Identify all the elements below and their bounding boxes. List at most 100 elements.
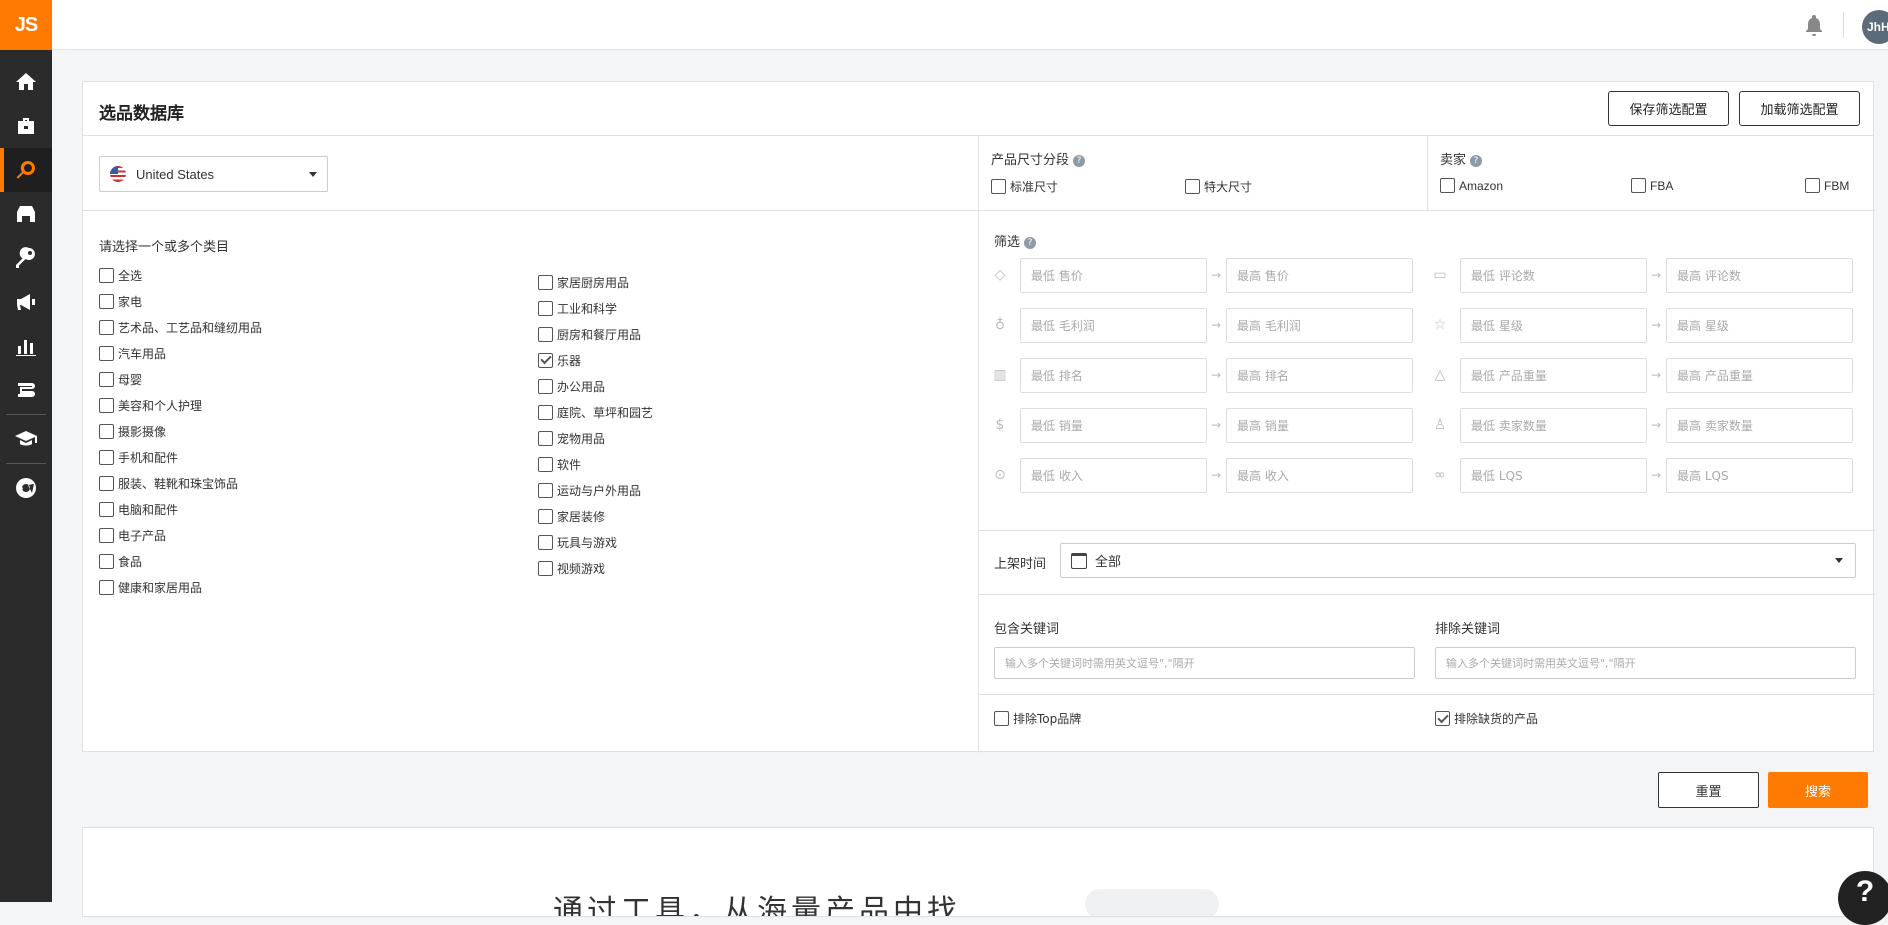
- category-item[interactable]: 电子产品: [99, 522, 262, 548]
- category-checkbox[interactable]: [538, 404, 553, 420]
- exclude-out-of-stock-checkbox[interactable]: [1435, 711, 1450, 726]
- category-checkbox[interactable]: [99, 501, 114, 517]
- category-checkbox[interactable]: [99, 553, 114, 569]
- category-item[interactable]: 艺术品、工艺品和缝纫用品: [99, 314, 262, 340]
- category-checkbox[interactable]: [538, 456, 553, 472]
- size-oversize-option[interactable]: 特大尺寸: [1185, 178, 1252, 195]
- filter-min-input[interactable]: 最低 排名: [1020, 358, 1207, 393]
- category-item[interactable]: 软件: [538, 451, 653, 477]
- seller-fbm-checkbox[interactable]: [1805, 178, 1820, 193]
- category-checkbox[interactable]: [99, 475, 114, 491]
- category-item[interactable]: 宠物用品: [538, 425, 653, 451]
- category-checkbox[interactable]: [538, 508, 553, 524]
- category-item[interactable]: 母婴: [99, 366, 262, 392]
- seller-fba-option[interactable]: FBA: [1631, 178, 1673, 193]
- filter-max-input[interactable]: 最高 LQS: [1666, 458, 1853, 493]
- sidebar-item-marketing[interactable]: [0, 280, 52, 324]
- category-checkbox[interactable]: [538, 430, 553, 446]
- filter-max-input[interactable]: 最高 评论数: [1666, 258, 1853, 293]
- sidebar-item-chrome-extension[interactable]: [0, 466, 52, 510]
- filter-max-input[interactable]: 最高 毛利润: [1226, 308, 1413, 343]
- category-checkbox[interactable]: [99, 319, 114, 335]
- sidebar-item-product-database[interactable]: [0, 148, 52, 192]
- avatar[interactable]: JhH: [1862, 10, 1888, 44]
- filter-min-input[interactable]: 最低 收入: [1020, 458, 1207, 493]
- category-item[interactable]: 视频游戏: [538, 555, 653, 581]
- filter-min-input[interactable]: 最低 评论数: [1460, 258, 1647, 293]
- exclude-keyword-input[interactable]: 输入多个关键词时需用英文逗号","隔开: [1435, 647, 1856, 679]
- sidebar-item-academy[interactable]: [0, 368, 52, 412]
- exclude-top-brands-checkbox[interactable]: [994, 711, 1009, 726]
- category-checkbox[interactable]: [99, 449, 114, 465]
- category-item[interactable]: 手机和配件: [99, 444, 262, 470]
- search-button[interactable]: 搜索: [1768, 772, 1868, 808]
- category-item[interactable]: 家居厨房用品: [538, 269, 653, 295]
- seller-amazon-option[interactable]: Amazon: [1440, 178, 1503, 193]
- category-item[interactable]: 工业和科学: [538, 295, 653, 321]
- category-item[interactable]: 家居装修: [538, 503, 653, 529]
- sidebar-item-courses[interactable]: [0, 417, 52, 461]
- category-checkbox[interactable]: [538, 378, 553, 394]
- seller-fbm-option[interactable]: FBM: [1805, 178, 1849, 193]
- filter-min-input[interactable]: 最低 星级: [1460, 308, 1647, 343]
- country-select[interactable]: United States: [99, 156, 328, 192]
- help-icon[interactable]: ?: [1073, 154, 1086, 167]
- category-checkbox[interactable]: [99, 397, 114, 413]
- js-logo[interactable]: JS: [0, 0, 52, 50]
- filter-min-input[interactable]: 最低 售价: [1020, 258, 1207, 293]
- save-config-button[interactable]: 保存筛选配置: [1608, 91, 1729, 126]
- category-item[interactable]: 摄影摄像: [99, 418, 262, 444]
- category-item[interactable]: 运动与户外用品: [538, 477, 653, 503]
- category-item[interactable]: 办公用品: [538, 373, 653, 399]
- category-checkbox[interactable]: [99, 371, 114, 387]
- category-checkbox[interactable]: [99, 527, 114, 543]
- category-checkbox[interactable]: [538, 560, 553, 576]
- category-item[interactable]: 玩具与游戏: [538, 529, 653, 555]
- category-checkbox[interactable]: [538, 534, 553, 550]
- size-oversize-checkbox[interactable]: [1185, 179, 1200, 194]
- filter-max-input[interactable]: 最高 销量: [1226, 408, 1413, 443]
- reset-button[interactable]: 重置: [1658, 772, 1759, 808]
- filter-max-input[interactable]: 最高 收入: [1226, 458, 1413, 493]
- category-item[interactable]: 服装、鞋靴和珠宝饰品: [99, 470, 262, 496]
- sidebar-item-dashboard[interactable]: [0, 60, 52, 104]
- filter-min-input[interactable]: 最低 LQS: [1460, 458, 1647, 493]
- sidebar-item-supplier[interactable]: [0, 192, 52, 236]
- help-chat-button[interactable]: ?: [1838, 871, 1888, 925]
- category-checkbox[interactable]: [99, 423, 114, 439]
- category-checkbox[interactable]: [99, 345, 114, 361]
- help-icon[interactable]: ?: [1024, 236, 1037, 249]
- filter-max-input[interactable]: 最高 星级: [1666, 308, 1853, 343]
- load-config-button[interactable]: 加载筛选配置: [1739, 91, 1860, 126]
- sidebar-item-keywords[interactable]: [0, 236, 52, 280]
- category-item[interactable]: 电脑和配件: [99, 496, 262, 522]
- category-checkbox[interactable]: [538, 326, 553, 342]
- exclude-out-of-stock-option[interactable]: 排除缺货的产品: [1435, 710, 1538, 727]
- category-item[interactable]: 汽车用品: [99, 340, 262, 366]
- size-standard-checkbox[interactable]: [991, 179, 1006, 194]
- filter-min-input[interactable]: 最低 销量: [1020, 408, 1207, 443]
- category-checkbox[interactable]: [538, 300, 553, 316]
- filter-max-input[interactable]: 最高 产品重量: [1666, 358, 1853, 393]
- category-checkbox[interactable]: [99, 267, 114, 283]
- sidebar-item-product-tracker[interactable]: [0, 104, 52, 148]
- filter-min-input[interactable]: 最低 卖家数量: [1460, 408, 1647, 443]
- category-item[interactable]: 厨房和餐厅用品: [538, 321, 653, 347]
- seller-fba-checkbox[interactable]: [1631, 178, 1646, 193]
- notification-bell-icon[interactable]: [1802, 13, 1826, 37]
- category-item[interactable]: 庭院、草坪和园艺: [538, 399, 653, 425]
- category-item[interactable]: 健康和家居用品: [99, 574, 262, 600]
- category-checkbox[interactable]: [99, 579, 114, 595]
- filter-min-input[interactable]: 最低 毛利润: [1020, 308, 1207, 343]
- filter-min-input[interactable]: 最低 产品重量: [1460, 358, 1647, 393]
- sidebar-item-analytics[interactable]: [0, 324, 52, 368]
- category-item[interactable]: 食品: [99, 548, 262, 574]
- help-icon[interactable]: ?: [1470, 154, 1483, 167]
- filter-max-input[interactable]: 最高 卖家数量: [1666, 408, 1853, 443]
- category-item[interactable]: 全选: [99, 262, 262, 288]
- filter-max-input[interactable]: 最高 售价: [1226, 258, 1413, 293]
- include-keyword-input[interactable]: 输入多个关键词时需用英文逗号","隔开: [994, 647, 1415, 679]
- category-item[interactable]: 乐器: [538, 347, 653, 373]
- listing-date-select[interactable]: 全部: [1060, 543, 1856, 578]
- category-item[interactable]: 美容和个人护理: [99, 392, 262, 418]
